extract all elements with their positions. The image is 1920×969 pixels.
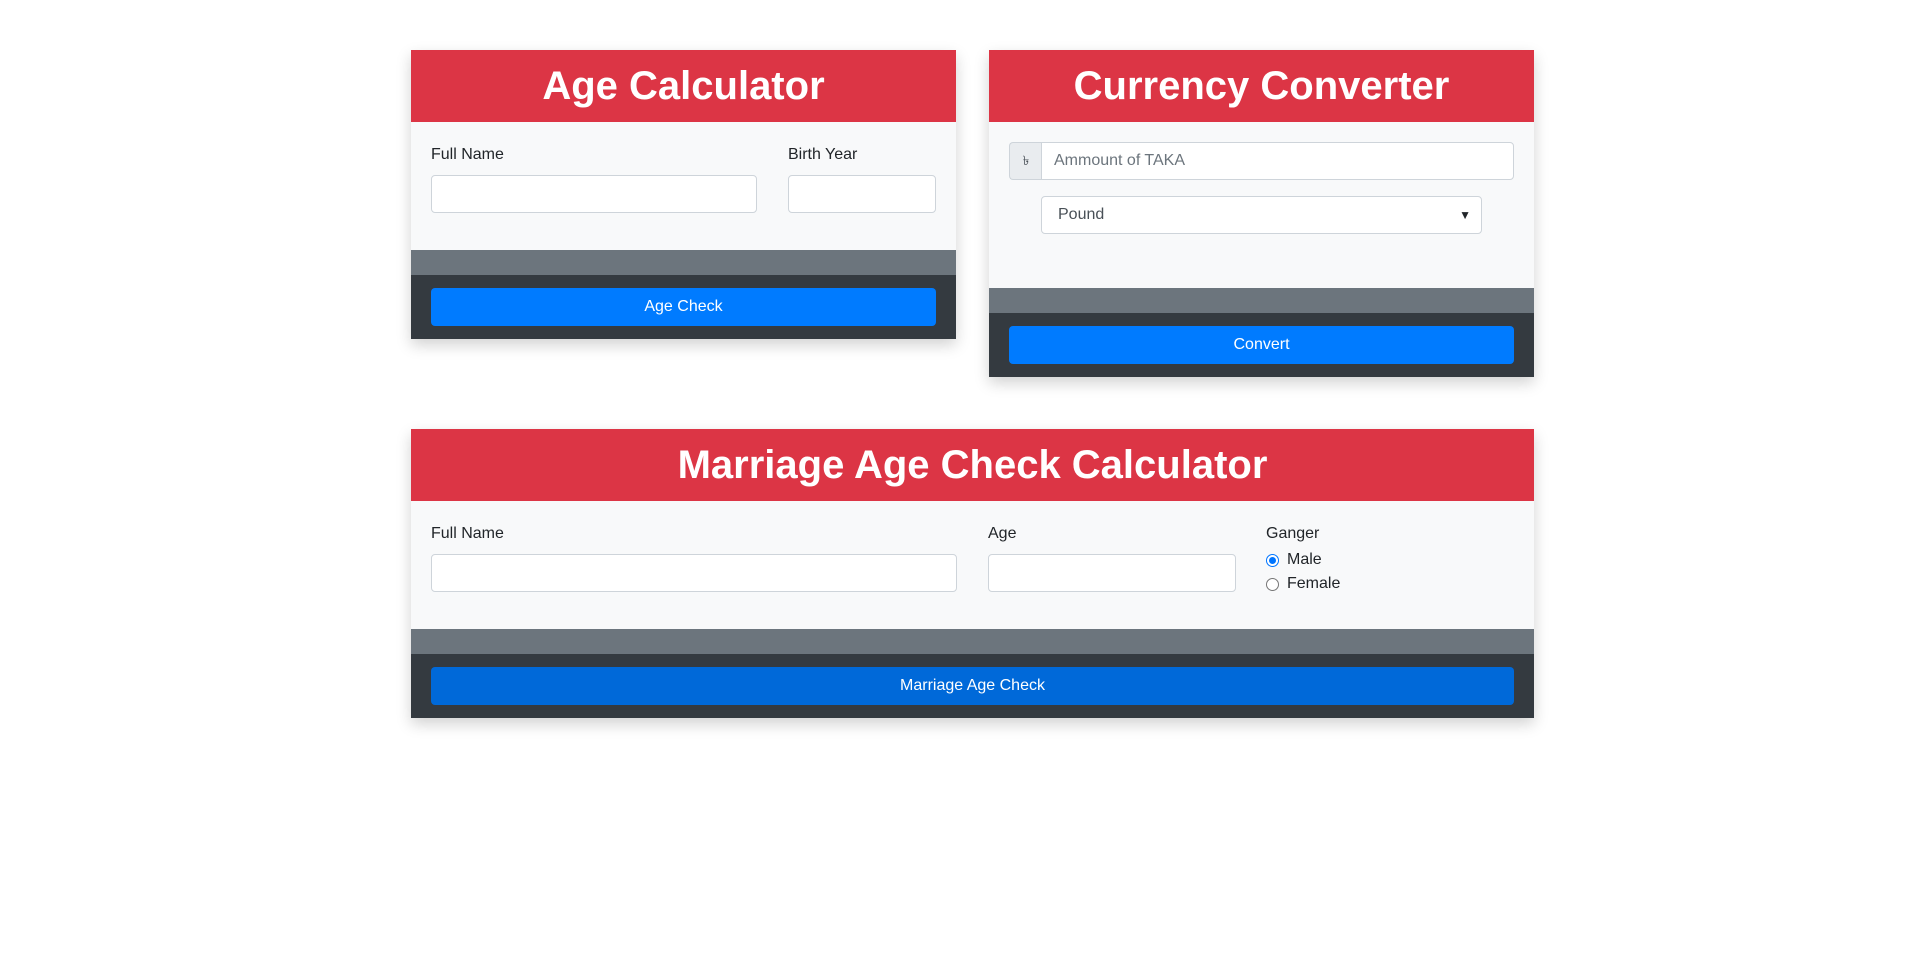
full-name-input[interactable] [431,175,757,213]
divider-strip [411,250,956,275]
marriage-full-name-input[interactable] [431,554,957,592]
age-input[interactable] [988,554,1236,592]
currency-select-value: Pound [1058,206,1105,223]
age-label: Age [988,525,1017,542]
radio-male[interactable] [1266,553,1279,567]
taka-symbol-icon: ৳ [1009,142,1042,180]
marriage-calculator-card: Marriage Age Check Calculator Full Name … [411,429,1534,718]
marriage-calculator-title: Marriage Age Check Calculator [411,429,1534,501]
currency-converter-card: Currency Converter ৳ Pound ▼ Convert [989,50,1534,377]
card-footer: Convert [989,313,1534,377]
age-calculator-title: Age Calculator [411,50,956,122]
birth-year-label: Birth Year [788,146,858,163]
radio-female[interactable] [1266,577,1279,591]
marriage-age-check-button[interactable]: Marriage Age Check [431,667,1514,705]
divider-strip [989,288,1534,313]
age-check-button[interactable]: Age Check [431,288,936,326]
currency-converter-body: ৳ Pound ▼ [989,122,1534,288]
gender-option-label: Male [1287,551,1322,568]
gender-radio-male[interactable]: Male [1266,551,1322,569]
gender-label: Ganger [1266,525,1320,542]
convert-button[interactable]: Convert [1009,326,1514,364]
age-calculator-body: Full Name Birth Year [411,122,956,250]
taka-amount-input[interactable] [1041,142,1514,180]
age-calculator-card: Age Calculator Full Name Birth Year Age … [411,50,956,339]
full-name-label: Full Name [431,525,504,542]
gender-option-label: Female [1287,575,1341,592]
gender-radio-female[interactable]: Female [1266,575,1340,593]
card-footer: Marriage Age Check [411,654,1534,718]
currency-select[interactable]: Pound ▼ [1041,196,1482,234]
currency-converter-title: Currency Converter [989,50,1534,122]
chevron-down-icon: ▼ [1459,208,1471,222]
birth-year-input[interactable] [788,175,936,213]
card-footer: Age Check [411,275,956,339]
marriage-calculator-body: Full Name Age Ganger Male Female [411,501,1534,629]
divider-strip [411,629,1534,654]
full-name-label: Full Name [431,146,504,163]
